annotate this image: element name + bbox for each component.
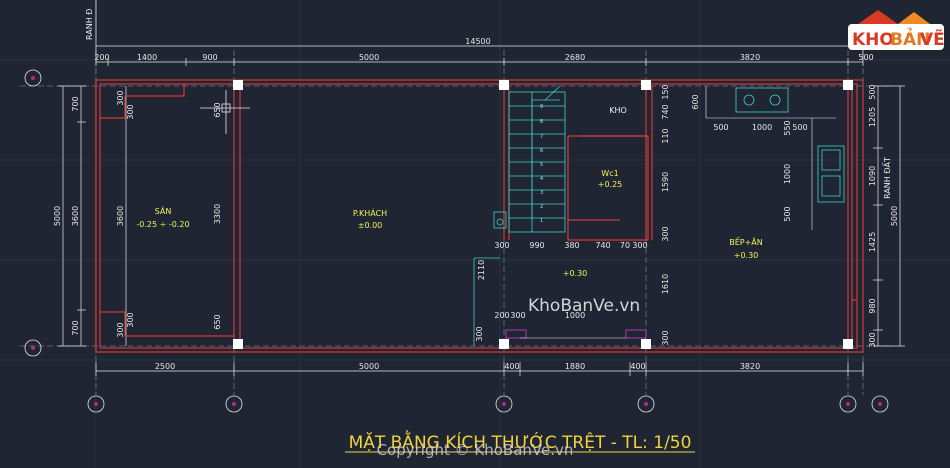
dim-inner-row: 990 (529, 241, 544, 250)
dim-inner: 2110 (477, 260, 486, 280)
dim-left-col: 300 (116, 322, 125, 337)
dim-inner: 1590 (661, 172, 670, 192)
dim-inner: 1000 (783, 164, 792, 184)
dim-top-seg: 900 (202, 53, 217, 62)
stair-step-number: 4 (540, 176, 543, 182)
edge-label-left: RANH Đ (85, 9, 94, 40)
dim-inner-row: 300 (632, 241, 647, 250)
edge-label-right: RANH ĐẤT (881, 157, 892, 199)
room-bep-label: BẾP+ĂN (729, 236, 763, 247)
dim-inner: 600 (691, 94, 700, 109)
logo-roof-icon (858, 10, 898, 24)
dim-right-seg: 300 (868, 332, 877, 347)
dim-inner: 500 (783, 206, 792, 221)
dim-top-seg: 5000 (359, 53, 379, 62)
right-dimensions (873, 85, 905, 347)
dim-inner: 1000 (752, 123, 772, 132)
dim-bottom-seg: 3820 (740, 362, 760, 371)
stair-step-number: 8 (540, 119, 543, 125)
dim-right-seg: 980 (868, 298, 877, 313)
dim-inner: 200 (494, 311, 509, 320)
dim-left-bottom: 700 (71, 320, 80, 335)
walls (95, 79, 864, 353)
stair-step-number: 6 (540, 148, 543, 154)
stair-step-number: 3 (540, 190, 543, 196)
dim-left-col: 300 (126, 104, 135, 119)
floor-plan-svg: RANH Đ 14500 200 1400 900 5000 2680 3820… (0, 0, 950, 468)
dim-inner-row: 740 (595, 241, 610, 250)
room-pkhach-label: P.KHÁCH (353, 207, 387, 218)
room-bep-level: +0.30 (734, 251, 759, 260)
room-san-label: SÂN (155, 205, 172, 216)
dim-top-seg: 2680 (565, 53, 585, 62)
hall-level: +0.30 (563, 269, 588, 278)
windows (505, 329, 647, 339)
dim-inner: 300 (475, 326, 484, 341)
cad-drawing-canvas: RANH Đ 14500 200 1400 900 5000 2680 3820… (0, 0, 950, 468)
khobanve-logo: KHO BẢN VẼ (848, 10, 945, 50)
room-kho-label: KHO (609, 106, 627, 115)
dim-inner-row: 380 (564, 241, 579, 250)
dim-bottom-seg: 5000 (359, 362, 379, 371)
dim-left-inner: 3600 (71, 206, 80, 226)
stair-step-number: 5 (540, 162, 543, 168)
dim-inner: 500 (713, 123, 728, 132)
dim-inner: 300 (510, 311, 525, 320)
background-grid (0, 0, 950, 468)
copyright-text: Copyright © KhoBanVe.vn (377, 441, 574, 459)
dim-inner-row: 300 (494, 241, 509, 250)
stair-step-number: 7 (540, 134, 543, 140)
dim-right-outer: 5000 (890, 206, 899, 226)
dim-inner: 650 (213, 102, 222, 117)
stair-step-number: 9 (540, 104, 543, 110)
logo-text-part: VẼ (920, 27, 945, 50)
dim-right-seg: 1090 (868, 166, 877, 186)
dim-right-seg: 500 (868, 84, 877, 99)
dim-bottom-seg: 2500 (155, 362, 175, 371)
dim-left-col: 3600 (116, 206, 125, 226)
dim-inner: 300 (661, 226, 670, 241)
dim-inner: 3300 (213, 204, 222, 224)
logo-text-part: KHO (852, 30, 894, 50)
dim-left-col: 300 (126, 312, 135, 327)
dim-right-seg: 1205 (868, 107, 877, 127)
watermark-text: KhoBanVe.vn (528, 296, 640, 316)
dim-inner: 150 (661, 84, 670, 99)
dim-left-top: 700 (71, 96, 80, 111)
dim-bottom-seg: 400 (630, 362, 645, 371)
dim-bottom-seg: 400 (504, 362, 519, 371)
room-pkhach-level: ±0.00 (358, 221, 383, 230)
dim-inner: 550 (783, 120, 792, 135)
dim-left-outer: 5000 (53, 206, 62, 226)
dim-left-col: 300 (116, 90, 125, 105)
dim-inner: 650 (213, 314, 222, 329)
dim-inner: 300 (661, 330, 670, 345)
dim-inner-row: 70 (620, 241, 630, 250)
stair-step-number: 1 (540, 218, 543, 224)
staircase (508, 85, 566, 233)
cad-crosshair (200, 90, 250, 134)
room-wc-label: Wc1 (601, 169, 618, 178)
dim-right-seg: 1425 (868, 232, 877, 252)
logo-roof-icon (898, 12, 930, 24)
inner-dimensions: 650 3300 650 600 500 1000 500 550 1000 5… (213, 84, 808, 345)
dim-top-seg: 500 (858, 53, 873, 62)
stair-step-number: 2 (540, 204, 543, 210)
dim-inner: 500 (792, 123, 807, 132)
dim-bottom-seg: 1880 (565, 362, 585, 371)
dim-inner: 740 (661, 104, 670, 119)
stair-step-numbers: 9 8 7 6 5 4 3 2 1 (540, 104, 543, 224)
dim-top-seg: 200 (94, 53, 109, 62)
dim-inner: 1610 (661, 274, 670, 294)
dim-top-seg: 1400 (137, 53, 157, 62)
room-san-level: -0.25 ÷ -0.20 (136, 220, 189, 229)
dim-top-total: 14500 (465, 37, 490, 46)
dim-top-seg: 3820 (740, 53, 760, 62)
room-wc-level: +0.25 (598, 180, 623, 189)
dim-inner: 110 (661, 128, 670, 143)
